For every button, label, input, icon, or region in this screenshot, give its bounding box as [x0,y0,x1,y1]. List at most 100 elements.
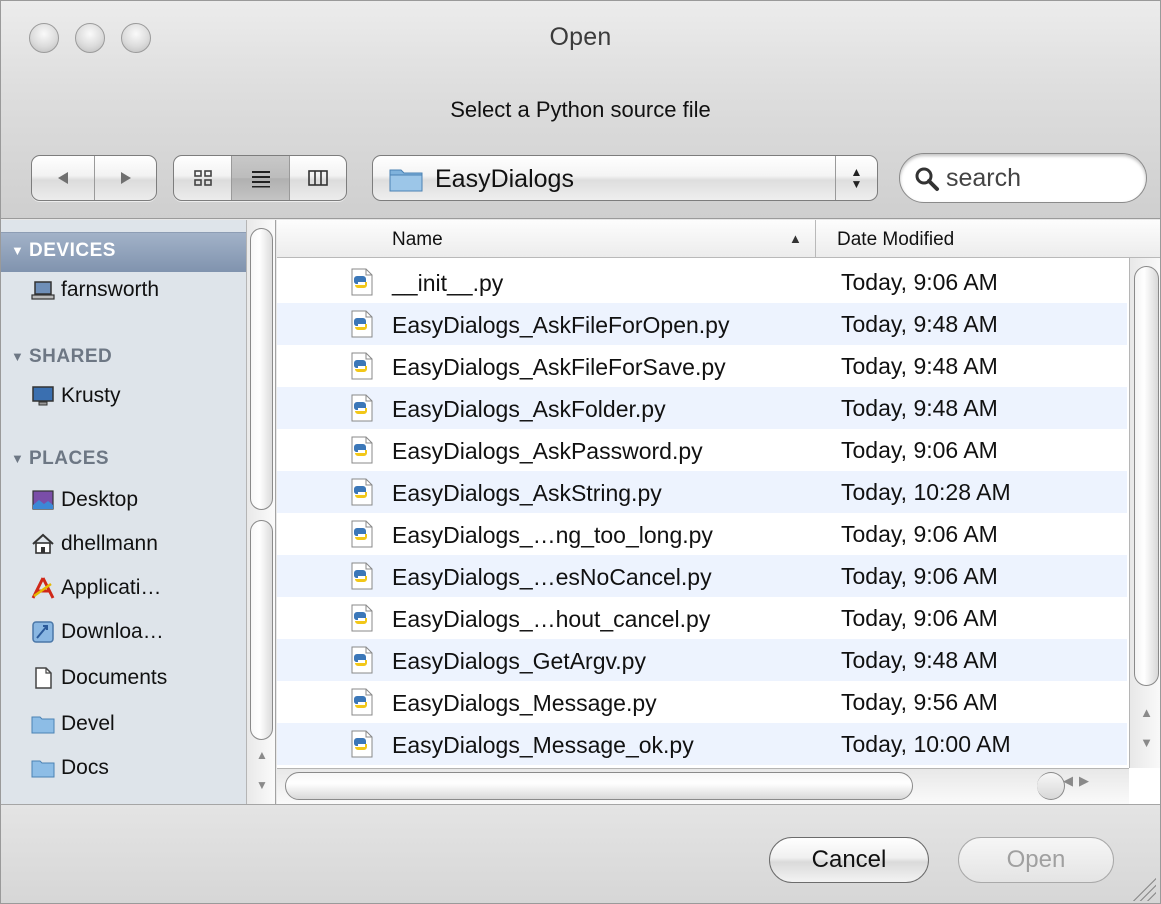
disclosure-triangle-icon: ▼ [11,243,25,258]
documents-icon [35,667,52,689]
horizontal-scrollbar[interactable]: ◀▶ [277,768,1129,804]
sidebar-item-downloads[interactable]: Downloa… [61,620,164,644]
column-name-header[interactable]: Name [392,229,443,251]
python-file-icon [351,730,373,758]
sidebar-item-desktop[interactable]: Desktop [61,488,138,512]
file-name: __init__.py [392,270,504,296]
file-date-modified: Today, 10:28 AM [841,479,1011,505]
file-date-modified: Today, 9:48 AM [841,311,998,337]
table-row[interactable]: EasyDialogs_AskString.py Today, 10:28 AM [277,471,1127,513]
popup-stepper-icon: ▲ ▼ [835,156,877,200]
table-row[interactable]: EasyDialogs_AskPassword.py Today, 9:06 AM [277,429,1127,471]
table-row[interactable]: EasyDialogs_…ng_too_long.py Today, 9:06 A… [277,513,1127,555]
column-divider[interactable] [815,220,816,258]
search-field[interactable] [899,153,1147,203]
forward-button[interactable] [94,156,156,200]
python-file-icon [351,310,373,338]
scroll-arrows-icon[interactable]: ▲ ▼ [247,740,275,800]
cancel-button[interactable]: Cancel [769,837,929,883]
python-file-icon [351,604,373,632]
sidebar-item-krusty[interactable]: Krusty [61,384,121,408]
python-file-icon [351,352,373,380]
column-view-icon [308,170,328,186]
search-icon [915,167,939,191]
table-row[interactable]: EasyDialogs_GetArgv.py Today, 9:48 AM [277,639,1127,681]
file-date-modified: Today, 9:48 AM [841,353,998,379]
downloads-icon [32,621,54,643]
sidebar-section-shared[interactable]: ▼ SHARED [11,346,112,368]
sidebar-item-docs[interactable]: Docs [61,756,109,780]
scroll-arrows-icon[interactable]: ▲ ▼ [1130,698,1160,758]
python-file-icon [351,436,373,464]
folder-icon [31,716,55,734]
file-name: EasyDialogs_AskFolder.py [392,396,666,422]
forward-arrow-icon [120,172,131,184]
file-name: EasyDialogs_AskFileForOpen.py [392,312,730,338]
file-name: EasyDialogs_AskString.py [392,480,662,506]
sidebar-item-dhellmann[interactable]: dhellmann [61,532,158,556]
python-file-icon [351,478,373,506]
sidebar-item-applications[interactable]: Applicati… [61,576,161,600]
vertical-scrollbar[interactable]: ▲ ▼ [1129,258,1160,768]
scroll-arrows-icon[interactable]: ◀▶ [1063,773,1095,789]
sidebar-item-documents[interactable]: Documents [61,666,167,690]
open-button[interactable]: Open [958,837,1114,883]
file-date-modified: Today, 9:06 AM [841,269,998,295]
horizontal-scroll-thumb[interactable] [285,772,913,800]
disclosure-triangle-icon: ▼ [11,349,25,364]
back-arrow-icon [58,172,68,184]
sort-ascending-icon: ▲ [789,231,802,246]
location-label: EasyDialogs [435,165,574,193]
file-name: EasyDialogs_…esNoCancel.py [392,564,712,590]
file-name: EasyDialogs_…ng_too_long.py [392,522,713,548]
table-row[interactable]: EasyDialogs_…esNoCancel.py Today, 9:06 AM [277,555,1127,597]
vertical-scroll-thumb[interactable] [1134,266,1159,686]
window-title: Open [549,23,612,51]
table-row[interactable]: EasyDialogs_…hout_cancel.py Today, 9:06 A… [277,597,1127,639]
sidebar-section-devices[interactable]: ▼ DEVICES [11,240,116,262]
table-row[interactable]: EasyDialogs_Message_ok.py Today, 10:00 AM [277,723,1127,765]
table-row[interactable]: EasyDialogs_AskFolder.py Today, 9:48 AM [277,387,1127,429]
folder-icon [389,169,423,192]
icon-view-button[interactable] [174,156,231,200]
sidebar: ▼ DEVICES farnsworth ▼ SHARED Krusty ▼ P… [1,220,276,804]
dialog-prompt: Select a Python source file [450,97,711,122]
python-file-icon [351,562,373,590]
python-file-icon [351,394,373,422]
column-view-button[interactable] [288,156,346,200]
table-row[interactable]: __init__.py Today, 9:06 AM [277,261,1127,303]
button-bar: Cancel Open [1,804,1160,903]
file-name: EasyDialogs_AskPassword.py [392,438,703,464]
sidebar-scroll-thumb[interactable] [250,228,273,510]
file-name: EasyDialogs_…hout_cancel.py [392,606,711,632]
desktop-icon [32,490,54,510]
list-view-icon [251,171,270,188]
disclosure-triangle-icon: ▼ [11,451,25,466]
python-file-icon [351,688,373,716]
folder-icon [31,760,55,778]
sidebar-scrollbar[interactable]: ▲ ▼ [246,220,275,804]
file-date-modified: Today, 9:06 AM [841,605,998,631]
file-date-modified: Today, 10:00 AM [841,731,1011,757]
resize-grip-icon[interactable] [1130,875,1156,901]
computer-icon [32,386,54,406]
sidebar-item-farnsworth[interactable]: farnsworth [61,278,159,302]
table-row[interactable]: EasyDialogs_Message.py Today, 9:56 AM [277,681,1127,723]
view-mode-control [173,155,347,201]
column-header: Name ▲ Date Modified [277,220,1160,258]
python-file-icon [351,646,373,674]
column-date-header[interactable]: Date Modified [837,229,954,251]
sidebar-section-places[interactable]: ▼ PLACES [11,448,109,470]
search-input[interactable] [946,162,1131,194]
sidebar-item-devel[interactable]: Devel [61,712,115,736]
location-popup[interactable]: EasyDialogs ▲ ▼ [372,155,878,201]
back-button[interactable] [32,156,94,200]
titlebar: Open Select a Python source file EasyDia… [1,1,1160,219]
file-date-modified: Today, 9:06 AM [841,521,998,547]
list-view-button[interactable] [231,156,289,200]
laptop-icon [31,281,55,300]
file-name: EasyDialogs_Message.py [392,690,657,716]
table-row[interactable]: EasyDialogs_AskFileForOpen.py Today, 9:48… [277,303,1127,345]
table-row[interactable]: EasyDialogs_AskFileForSave.py Today, 9:48… [277,345,1127,387]
file-name: EasyDialogs_AskFileForSave.py [392,354,726,380]
